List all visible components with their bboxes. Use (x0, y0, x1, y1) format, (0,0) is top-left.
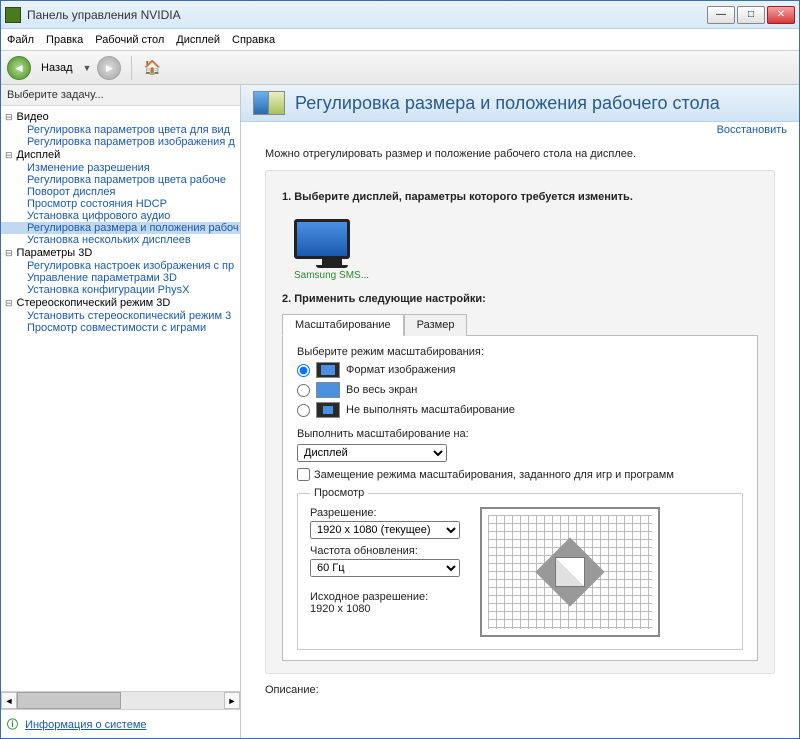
step2-label: 2. Применить следующие настройки: (282, 293, 758, 305)
tree-item-disp-hdcp[interactable]: Просмотр состояния HDCP (1, 198, 240, 210)
scaling-mode-label: Выберите режим масштабирования: (297, 346, 743, 358)
intro-text: Можно отрегулировать размер и положение … (265, 148, 775, 160)
tree-cat-stereo[interactable]: Стереоскопический режим 3D (1, 296, 240, 310)
radio-full[interactable] (297, 384, 310, 397)
monitor-icon (294, 219, 350, 259)
override-label: Замещение режима масштабирования, заданн… (314, 469, 674, 481)
toolbar-separator (131, 56, 132, 80)
tree-item-3d-image[interactable]: Регулировка настроек изображения с пр (1, 260, 240, 272)
aspect-icon (316, 362, 340, 378)
tab-content-scaling: Выберите режим масштабирования: Формат и… (282, 336, 758, 661)
back-button[interactable]: ◄ (7, 56, 31, 80)
tree-item-disp-audio[interactable]: Установка цифрового аудио (1, 210, 240, 222)
full-icon (316, 382, 340, 398)
minimize-button[interactable]: — (707, 6, 735, 24)
info-icon: ⓘ (7, 719, 18, 731)
preview-legend: Просмотр (310, 487, 368, 499)
restore-link[interactable]: Восстановить (241, 122, 799, 138)
monitor-select[interactable]: Samsung SMS... (294, 219, 369, 281)
radio-aspect-label: Формат изображения (346, 364, 456, 376)
sysinfo: ⓘ Информация о системе (1, 709, 240, 738)
tabs: Масштабирование Размер (282, 313, 758, 336)
forward-button: ► (97, 56, 121, 80)
menubar: Файл Правка Рабочий стол Дисплей Справка (1, 29, 799, 51)
tree-item-3d-physx[interactable]: Установка конфигурации PhysX (1, 284, 240, 296)
tab-scaling[interactable]: Масштабирование (282, 314, 404, 336)
none-icon (316, 402, 340, 418)
close-button[interactable]: ✕ (767, 6, 795, 24)
window-title: Панель управления NVIDIA (27, 8, 707, 22)
nvidia-icon (5, 7, 21, 23)
radio-none[interactable] (297, 404, 310, 417)
tree-item-disp-res[interactable]: Изменение разрешения (1, 162, 240, 174)
sidebar-hscroll[interactable]: ◄ ► (1, 691, 240, 709)
task-tree: Видео Регулировка параметров цвета для в… (1, 106, 240, 691)
content: Регулировка размера и положения рабочего… (241, 85, 799, 738)
test-pattern (480, 507, 660, 637)
tree-cat-3d[interactable]: Параметры 3D (1, 246, 240, 260)
radio-full-label: Во весь экран (346, 384, 417, 396)
native-value: 1920 x 1080 (310, 603, 460, 615)
monitor-label: Samsung SMS... (294, 270, 369, 281)
menu-display[interactable]: Дисплей (176, 34, 220, 46)
scroll-left-icon[interactable]: ◄ (1, 692, 17, 709)
override-checkbox[interactable] (297, 468, 310, 481)
resolution-select[interactable]: 1920 x 1080 (текущее) (310, 521, 460, 539)
home-button[interactable]: 🏠 (142, 58, 162, 78)
radio-none-label: Не выполнять масштабирование (346, 404, 515, 416)
header-icon (253, 91, 285, 115)
step1-label: 1. Выберите дисплей, параметры которого … (282, 191, 758, 203)
maximize-button[interactable]: □ (737, 6, 765, 24)
perform-on-select[interactable]: Дисплей (297, 444, 447, 462)
perform-on-label: Выполнить масштабирование на: (297, 428, 743, 440)
settings-panel: 1. Выберите дисплей, параметры которого … (265, 170, 775, 674)
tree-item-disp-color[interactable]: Регулировка параметров цвета рабоче (1, 174, 240, 186)
sidebar: Выберите задачу... Видео Регулировка пар… (1, 85, 241, 738)
scroll-right-icon[interactable]: ► (224, 692, 240, 709)
titlebar: Панель управления NVIDIA — □ ✕ (1, 1, 799, 29)
menu-help[interactable]: Справка (232, 34, 275, 46)
scroll-thumb[interactable] (17, 692, 121, 709)
preview-fieldset: Просмотр Разрешение: 1920 x 1080 (текуще… (297, 487, 743, 650)
tree-item-video-color[interactable]: Регулировка параметров цвета для вид (1, 124, 240, 136)
tree-item-stereo-set[interactable]: Установить стереоскопический режим 3 (1, 310, 240, 322)
back-history-dropdown[interactable]: ▼ (83, 63, 92, 73)
menu-edit[interactable]: Правка (46, 34, 83, 46)
tree-item-video-image[interactable]: Регулировка параметров изображения д (1, 136, 240, 148)
radio-aspect[interactable] (297, 364, 310, 377)
menu-desktop[interactable]: Рабочий стол (95, 34, 164, 46)
native-label: Исходное разрешение: (310, 591, 460, 603)
description-label: Описание: (265, 684, 775, 696)
content-header: Регулировка размера и положения рабочего… (241, 85, 799, 122)
sysinfo-link[interactable]: Информация о системе (25, 719, 146, 731)
page-title: Регулировка размера и положения рабочего… (295, 93, 787, 114)
back-label: Назад (41, 62, 73, 74)
tree-item-3d-manage[interactable]: Управление параметрами 3D (1, 272, 240, 284)
refresh-select[interactable]: 60 Гц (310, 559, 460, 577)
menu-file[interactable]: Файл (7, 34, 34, 46)
tree-item-disp-resize[interactable]: Регулировка размера и положения рабоч (1, 222, 240, 234)
tree-item-disp-multi[interactable]: Установка нескольких дисплеев (1, 234, 240, 246)
tree-cat-video[interactable]: Видео (1, 110, 240, 124)
tree-item-disp-rotate[interactable]: Поворот дисплея (1, 186, 240, 198)
tree-item-stereo-compat[interactable]: Просмотр совместимости с играми (1, 322, 240, 334)
tab-size[interactable]: Размер (404, 314, 468, 336)
task-label: Выберите задачу... (1, 85, 240, 106)
refresh-label: Частота обновления: (310, 545, 460, 557)
res-label: Разрешение: (310, 507, 460, 519)
tree-cat-display[interactable]: Дисплей (1, 148, 240, 162)
toolbar: ◄ Назад ▼ ► 🏠 (1, 51, 799, 85)
